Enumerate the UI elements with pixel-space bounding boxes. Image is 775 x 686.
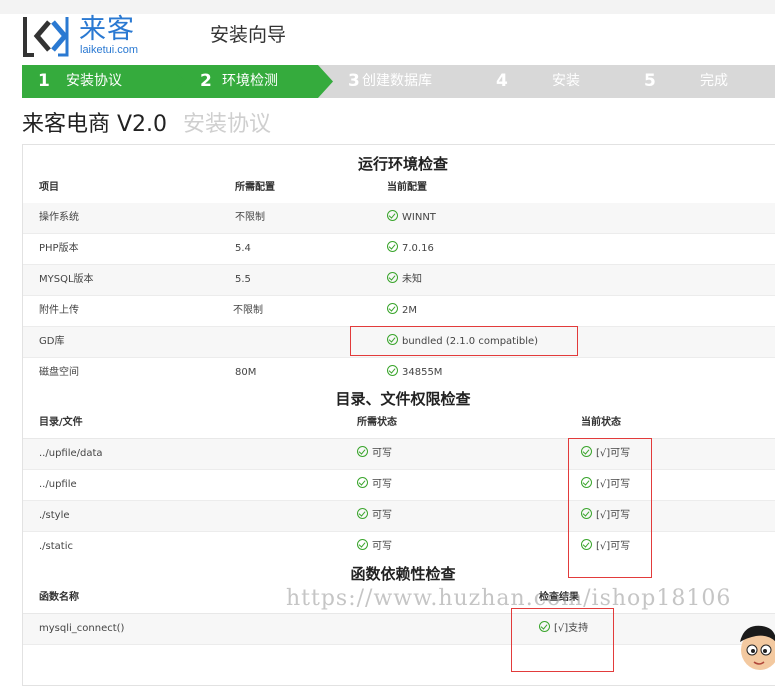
step-arrow-shape	[614, 65, 775, 98]
perm-required: 可写	[357, 501, 392, 531]
step-number: 2	[200, 71, 212, 91]
table-row: GD库 bundled (2.1.0 compatible)	[23, 327, 775, 358]
env-current: WINNT	[387, 203, 436, 233]
env-item: MYSQL版本	[39, 274, 94, 285]
col-required-status: 所需状态	[357, 417, 397, 428]
check-circle-icon	[357, 446, 368, 457]
table-row: ../upfile/data 可写 [√]可写	[23, 439, 775, 470]
step-label: 安装协议	[66, 73, 122, 89]
env-current: 7.0.16	[387, 234, 434, 264]
step-arrow-shape	[466, 65, 631, 98]
wizard-title: 安装向导	[210, 24, 287, 46]
table-row: 操作系统 不限制 WINNT	[23, 203, 775, 234]
env-item: 磁盘空间	[39, 367, 79, 378]
env-required: 5.4	[235, 243, 251, 254]
env-current: 2M	[387, 296, 417, 326]
env-required: 5.5	[235, 274, 251, 285]
check-circle-icon	[387, 210, 398, 221]
step-3[interactable]: 3 创建数据库	[318, 65, 488, 98]
check-circle-icon	[581, 508, 592, 519]
perm-path: ./style	[39, 510, 70, 521]
env-required: 不限制	[235, 212, 265, 223]
check-circle-icon	[539, 621, 550, 632]
table-row: ./style 可写 [√]可写	[23, 501, 775, 532]
page-title: 来客电商 V2.0 安装协议	[22, 106, 271, 138]
func-result: [√]支持	[539, 614, 588, 644]
brand-name-en: laiketui.com	[80, 44, 139, 56]
table-row: 附件上传 不限制 2M	[23, 296, 775, 327]
env-current: 34855M	[387, 358, 442, 388]
logo-mark-icon	[23, 17, 69, 57]
env-item: 操作系统	[39, 212, 79, 223]
col-current-status: 当前状态	[581, 417, 621, 428]
col-current: 当前配置	[387, 182, 427, 193]
func-name: mysqli_connect()	[39, 623, 125, 634]
table-row: ../upfile 可写 [√]可写	[23, 470, 775, 501]
brand-name-cn: 来客	[79, 14, 135, 45]
env-item: GD库	[39, 336, 65, 347]
step-label: 完成	[700, 73, 728, 89]
perm-required: 可写	[357, 470, 392, 500]
table-row: mysqli_connect() [√]支持	[23, 614, 775, 645]
env-required: 80M	[235, 367, 257, 378]
check-circle-icon	[387, 365, 398, 376]
check-circle-icon	[581, 539, 592, 550]
step-number: 5	[644, 71, 656, 91]
check-circle-icon	[387, 303, 398, 314]
check-circle-icon	[357, 477, 368, 488]
step-1[interactable]: 1 安装协议	[22, 65, 192, 98]
step-label: 环境检测	[222, 73, 278, 89]
env-item: 附件上传	[39, 305, 79, 316]
col-func-name: 函数名称	[39, 592, 79, 603]
perm-required: 可写	[357, 439, 392, 469]
perm-current: [√]可写	[581, 439, 630, 469]
env-section-title: 运行环境检查	[357, 155, 448, 173]
table-row: MYSQL版本 5.5 未知	[23, 265, 775, 296]
perm-current: [√]可写	[581, 501, 630, 531]
perm-path: ../upfile	[39, 479, 77, 490]
product-title: 来客电商 V2.0	[22, 112, 168, 137]
perm-section-title: 目录、文件权限检查	[335, 390, 471, 408]
perm-path: ../upfile/data	[39, 448, 103, 459]
env-current: bundled (2.1.0 compatible)	[387, 327, 538, 357]
perm-required: 可写	[357, 532, 392, 562]
brand-logo[interactable]: 来客 laiketui.com	[22, 14, 142, 58]
check-circle-icon	[387, 334, 398, 345]
mascot-icon	[740, 625, 775, 670]
perm-current: [√]可写	[581, 470, 630, 500]
watermark: https://www.huzhan.com/ishop18106	[286, 586, 732, 611]
page-subtitle: 安装协议	[183, 112, 272, 137]
check-circle-icon	[581, 477, 592, 488]
step-2[interactable]: 2 环境检测	[170, 65, 340, 98]
perm-path: ./static	[39, 541, 74, 552]
col-item: 项目	[39, 182, 59, 193]
check-circle-icon	[387, 272, 398, 283]
step-label: 安装	[552, 73, 580, 89]
browser-top-strip	[0, 0, 775, 14]
step-number: 3	[348, 71, 360, 91]
step-5[interactable]: 5 完成	[614, 65, 775, 98]
env-item: PHP版本	[39, 243, 79, 254]
step-number: 1	[38, 71, 50, 91]
wizard-steps: 1 安装协议 2 环境检测 3 创建数据库 4 安装 5 完成	[22, 65, 775, 98]
step-label: 创建数据库	[362, 73, 432, 89]
check-circle-icon	[357, 539, 368, 550]
step-4[interactable]: 4 安装	[466, 65, 636, 98]
perm-current: [√]可写	[581, 532, 630, 562]
check-circle-icon	[581, 446, 592, 457]
env-table-header: 项目 所需配置 当前配置	[23, 173, 775, 204]
perm-table-header: 目录/文件 所需状态 当前状态	[23, 408, 775, 439]
table-row: 磁盘空间 80M 34855M	[23, 358, 775, 388]
env-required: 不限制	[233, 305, 263, 316]
func-section-title: 函数依赖性检查	[350, 565, 456, 583]
col-path: 目录/文件	[39, 417, 83, 428]
table-row: ./static 可写 [√]可写	[23, 532, 775, 562]
step-number: 4	[496, 71, 508, 91]
env-current: 未知	[387, 265, 422, 295]
check-circle-icon	[387, 241, 398, 252]
col-required: 所需配置	[235, 182, 275, 193]
check-circle-icon	[357, 508, 368, 519]
table-row: PHP版本 5.4 7.0.16	[23, 234, 775, 265]
